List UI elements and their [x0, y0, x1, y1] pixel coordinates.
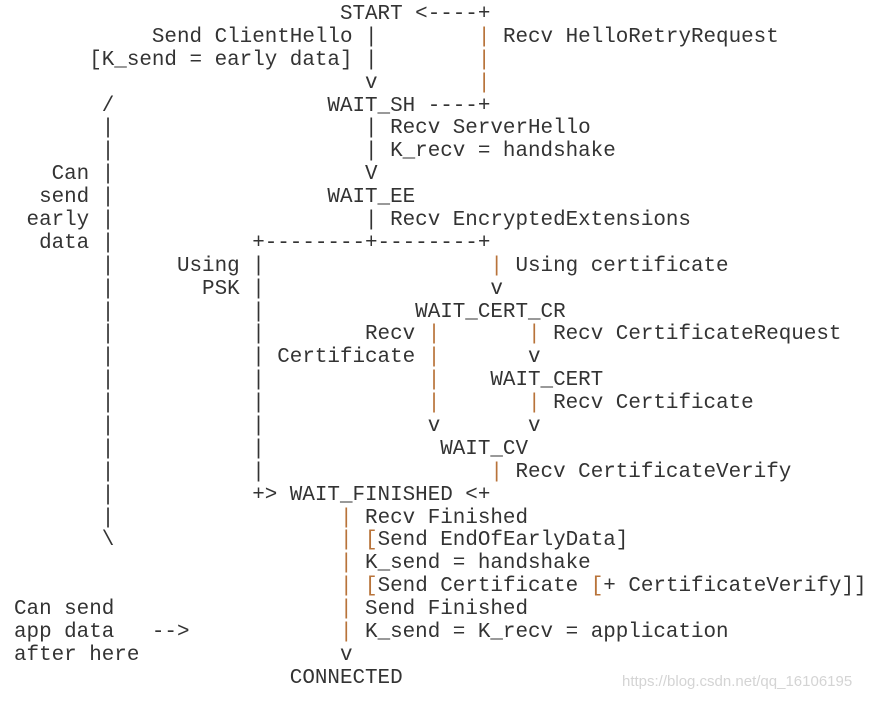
diagram-line: | | | Recv CertificateVerify: [14, 460, 792, 484]
diagram-line: | | | | Recv Certificate: [14, 392, 754, 416]
diagram-line: Can | V: [14, 163, 378, 187]
diagram-line: \ | [Send EndOfEarlyData]: [14, 529, 629, 553]
diagram-line: | | WAIT_CERT_CR: [14, 300, 566, 324]
diagram-line: | [Send Certificate [+ CertificateVerify…: [339, 575, 867, 599]
diagram-line: | | | WAIT_CERT: [14, 369, 604, 393]
diagram-line: Can send | Send Finished: [14, 598, 529, 622]
diagram-line: after here v: [14, 643, 353, 667]
diagram-line: | | K_recv = handshake: [14, 140, 616, 164]
diagram-line: data | +--------+--------+: [14, 231, 491, 255]
diagram-line: early | | Recv EncryptedExtensions: [14, 209, 691, 233]
diagram-line: | +> WAIT_FINISHED <+: [14, 483, 491, 507]
diagram-line: | | Recv | | Recv CertificateRequest: [14, 323, 842, 347]
diagram-line: | K_send = handshake: [339, 552, 591, 576]
diagram-line: send | WAIT_EE: [14, 186, 416, 210]
watermark: https://blog.csdn.net/qq_16106195: [622, 673, 853, 690]
diagram-line: [K_send = early data] | |: [14, 48, 491, 72]
diagram-line: Send ClientHello | | Recv HelloRetryRequ…: [14, 25, 779, 49]
diagram-line: app data --> | K_send = K_recv = applica…: [14, 621, 729, 645]
tls-client-state-diagram: START <----+ Send ClientHello | | Recv H…: [14, 3, 867, 691]
diagram-line: | | Recv Finished: [14, 506, 529, 530]
diagram-line: | Using | | Using certificate: [14, 254, 729, 278]
diagram-line: v |: [14, 71, 491, 95]
diagram-line: | | WAIT_CV: [14, 437, 528, 461]
diagram-line: | | Recv ServerHello: [14, 117, 591, 141]
diagram-line: START <----+: [14, 3, 491, 26]
diagram-line: / WAIT_SH ----+: [14, 94, 491, 118]
diagram-line: | PSK | v: [14, 277, 503, 301]
diagram-line: | | v v: [14, 415, 541, 439]
diagram-line: | | Certificate | v: [14, 346, 541, 370]
